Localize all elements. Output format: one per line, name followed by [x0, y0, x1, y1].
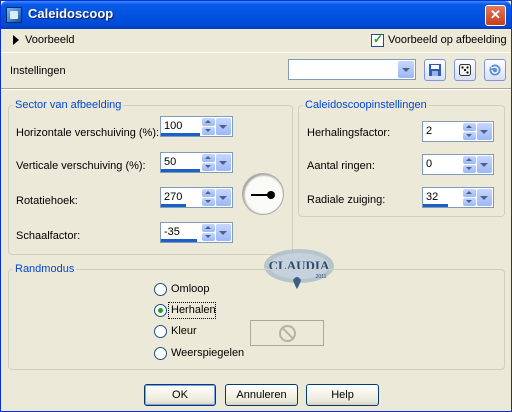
repeat-factor-field[interactable]: 2	[422, 121, 494, 142]
random-parameters-button[interactable]	[454, 59, 476, 81]
rotation-angle-value: 270	[164, 191, 183, 203]
random-dice-icon	[459, 64, 471, 76]
chevron-down-icon[interactable]	[477, 123, 492, 140]
vertical-offset-field[interactable]: 50	[160, 152, 233, 173]
chevron-down-icon[interactable]	[216, 224, 231, 241]
cancel-button[interactable]: Annuleren	[225, 384, 298, 406]
save-preset-button[interactable]	[424, 59, 446, 81]
repeat-factor-value: 2	[426, 125, 433, 137]
chevron-down-icon[interactable]	[216, 189, 231, 206]
horizontal-offset-value: 100	[164, 120, 183, 132]
kaleidoscope-settings-title: Caleidoscoopinstellingen	[303, 99, 429, 111]
edge-mode-reflect-label[interactable]: Weerspiegelen	[171, 347, 244, 359]
edge-mode-reflect-radio[interactable]	[154, 347, 167, 360]
radial-suction-field[interactable]: 32	[422, 187, 494, 208]
stepper-icon[interactable]	[202, 224, 215, 241]
reset-defaults-button[interactable]	[484, 59, 506, 81]
edge-mode-wrap-label[interactable]: Omloop	[171, 283, 210, 295]
ok-button[interactable]: OK	[144, 384, 216, 406]
save-preset-icon	[429, 64, 441, 76]
preview-on-image-checkbox[interactable]	[371, 32, 384, 47]
kaleidoscope-dialog: Caleidoscoop ✕ Voorbeeld Voorbeeld op af…	[0, 0, 512, 412]
repeat-factor-label: Herhalingsfactor:	[307, 127, 391, 139]
stepper-icon[interactable]	[202, 154, 215, 171]
chevron-down-icon[interactable]	[216, 154, 231, 171]
horizontal-offset-field[interactable]: 100	[160, 116, 233, 137]
value-fill-bar	[161, 239, 197, 242]
scale-factor-label: Schaalfactor:	[16, 230, 81, 242]
close-button[interactable]: ✕	[485, 5, 506, 26]
rotation-dial[interactable]	[242, 173, 284, 215]
chevron-down-icon[interactable]	[398, 61, 414, 78]
edge-mode-color-radio[interactable]	[154, 325, 167, 338]
radial-suction-label: Radiale zuiging:	[307, 194, 386, 206]
edge-mode-repeat-label[interactable]: Herhalen	[171, 304, 216, 316]
edge-mode-color-label[interactable]: Kleur	[171, 325, 197, 337]
presets-dropdown[interactable]	[288, 59, 416, 80]
ring-count-value: 0	[426, 158, 433, 170]
reset-icon	[489, 64, 501, 76]
help-button[interactable]: Help	[306, 384, 379, 406]
edge-mode-title: Randmodus	[13, 263, 77, 275]
stepper-icon[interactable]	[202, 118, 215, 135]
chevron-down-icon[interactable]	[477, 189, 492, 206]
value-fill-bar	[161, 133, 201, 136]
value-fill-bar	[161, 169, 201, 172]
edge-mode-repeat-radio[interactable]	[154, 304, 167, 317]
presets-label: Instellingen	[10, 65, 66, 77]
stepper-icon[interactable]	[463, 123, 476, 140]
chevron-down-icon[interactable]	[216, 118, 231, 135]
horizontal-offset-label: Horizontale verschuiving (%):	[16, 127, 160, 139]
ring-count-label: Aantal ringen:	[307, 160, 375, 172]
expand-preview-icon[interactable]	[13, 35, 19, 45]
rotation-angle-field[interactable]: 270	[160, 187, 233, 208]
preview-on-image-label[interactable]: Voorbeeld op afbeelding	[388, 34, 507, 46]
color-swatch-disabled	[250, 320, 324, 346]
edge-mode-wrap-radio[interactable]	[154, 283, 167, 296]
stepper-icon[interactable]	[463, 189, 476, 206]
value-fill-bar	[423, 204, 448, 207]
vertical-offset-label: Verticale verschuiving (%):	[16, 160, 146, 172]
stepper-icon[interactable]	[202, 189, 215, 206]
stepper-icon[interactable]	[463, 156, 476, 173]
divider	[1, 88, 511, 90]
ring-count-field[interactable]: 0	[422, 154, 494, 175]
preview-toggle-label[interactable]: Voorbeeld	[25, 34, 75, 46]
window-title: Caleidoscoop	[28, 6, 114, 21]
scale-factor-value: -35	[164, 226, 180, 238]
app-icon	[6, 7, 22, 23]
scale-factor-field[interactable]: -35	[160, 222, 233, 243]
rotation-angle-label: Rotatiehoek:	[16, 195, 78, 207]
radial-suction-value: 32	[426, 191, 439, 203]
vertical-offset-value: 50	[164, 156, 177, 168]
no-entry-icon	[279, 325, 296, 342]
dial-knob-icon[interactable]	[267, 191, 275, 199]
chevron-down-icon[interactable]	[477, 156, 492, 173]
sector-group-title: Sector van afbeelding	[13, 99, 124, 111]
value-fill-bar	[161, 204, 186, 207]
title-bar[interactable]: Caleidoscoop ✕	[1, 1, 511, 29]
